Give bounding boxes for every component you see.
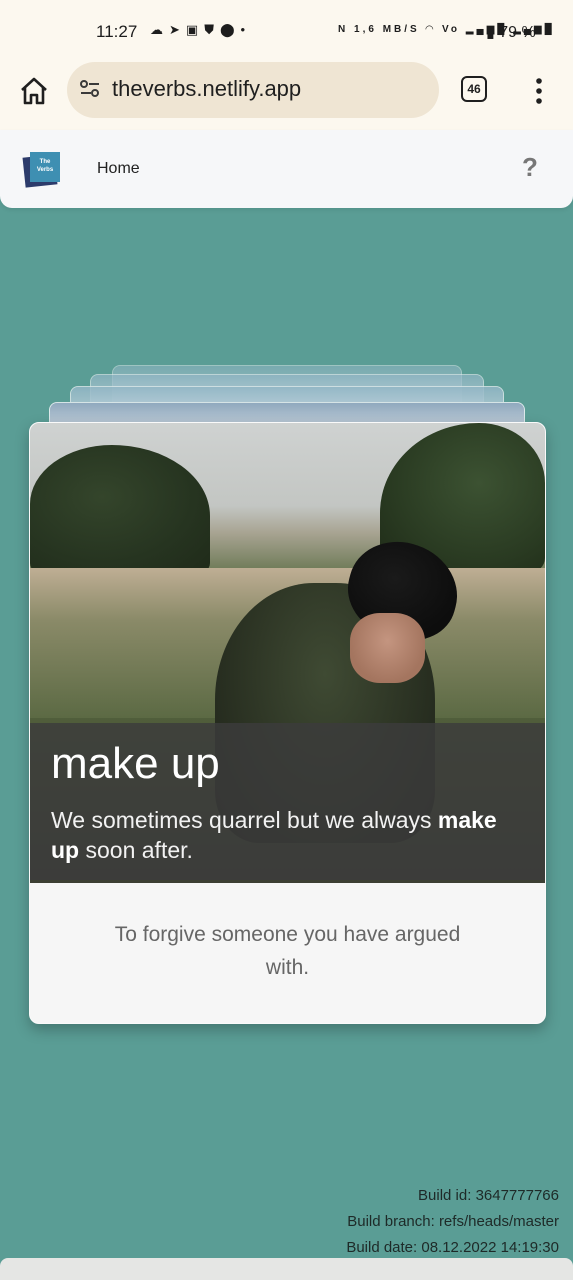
telegram-icon: ➤ xyxy=(169,22,186,37)
status-time: 11:27 xyxy=(96,22,138,41)
home-icon xyxy=(21,77,47,105)
calendar-icon: ▣ xyxy=(185,22,205,37)
shield-icon: ⛊ xyxy=(204,22,220,37)
dot-icon: • xyxy=(240,22,252,37)
battery-level: 79 % xyxy=(499,24,536,41)
notification-icons: ☁➤▣⛊⬤• xyxy=(150,22,251,38)
browser-toolbar: theverbs.netlify.app 46 xyxy=(0,62,573,131)
more-vert-icon xyxy=(536,78,542,104)
status-bar: 11:27 ☁➤▣⛊⬤• N 1,6 MB/S ◠ Vo ▂▄▆█ ▂▄▆█ ▮… xyxy=(0,0,573,64)
home-button[interactable] xyxy=(18,75,50,107)
app-logo[interactable]: The Verbs xyxy=(22,150,62,188)
nfc-icon: N xyxy=(338,24,349,35)
build-branch: Build branch: refs/heads/master xyxy=(347,1213,559,1230)
site-settings-icon[interactable] xyxy=(79,78,101,100)
verb-title: make up xyxy=(51,739,220,788)
browser-menu-button[interactable] xyxy=(532,76,546,106)
bottom-panel-edge xyxy=(0,1258,573,1280)
battery-icon: ▮ xyxy=(486,24,495,41)
verb-flashcard[interactable]: make up We sometimes quarrel but we alwa… xyxy=(29,422,546,1024)
volte-icon: Vo xyxy=(441,24,461,35)
wifi-icon: ◠ xyxy=(425,24,437,35)
build-id: Build id: 3647777766 xyxy=(418,1187,559,1204)
cloud-icon: ☁ xyxy=(150,22,169,37)
help-button[interactable]: ? xyxy=(522,152,538,183)
app-header: The Verbs Home ? xyxy=(0,130,573,208)
example-sentence: We sometimes quarrel but we always make … xyxy=(51,807,497,863)
battery-indicator: ▮ 79 % xyxy=(486,22,536,42)
build-info: Build id: 3647777766 Build branch: refs/… xyxy=(346,1183,559,1261)
url-text[interactable]: theverbs.netlify.app xyxy=(112,76,301,102)
data-speed-icon: 1,6 MB/S xyxy=(354,24,420,35)
nav-home-link[interactable]: Home xyxy=(97,160,140,178)
location-icon: ⬤ xyxy=(219,22,241,37)
verb-definition: To forgive someone you have argued with. xyxy=(114,923,461,979)
address-bar[interactable]: theverbs.netlify.app xyxy=(67,62,439,118)
tab-switcher-button[interactable]: 46 xyxy=(461,76,487,102)
